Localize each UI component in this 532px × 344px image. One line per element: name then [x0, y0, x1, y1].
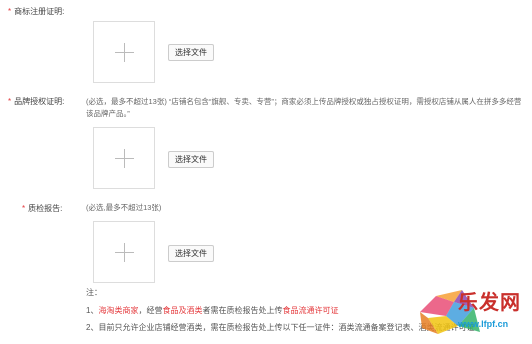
required-asterisk: * — [8, 97, 12, 106]
brand-authorization-hint: (必选，最多不超过13张) “店铺名包含“旗舰、专卖、专营”；商家必须上传品牌授… — [86, 97, 522, 118]
notes-title: 注： — [86, 288, 102, 297]
watermark-text: 乐发网 — [458, 290, 521, 314]
quality-report-choose-file-button[interactable]: 选择文件 — [168, 245, 214, 262]
required-asterisk: * — [22, 204, 26, 213]
quality-report-upload-box[interactable] — [93, 221, 155, 283]
trademark-upload-box[interactable] — [93, 21, 155, 83]
brand-authorization-label: * 品牌授权证明: — [8, 97, 65, 106]
note-line-1: 1、海淘类商家，经营食品及酒类者需在质检报告处上传食品流通许可证 — [86, 306, 339, 315]
brand-authorization-upload-box[interactable] — [93, 127, 155, 189]
trademark-certificate-label: * 商标注册证明: — [8, 7, 65, 16]
watermark-url: www.lfpf.cn — [458, 319, 509, 329]
quality-report-hint: (必选,最多不超过13张) — [86, 203, 162, 212]
note-line-2: 2、目前只允许企业店铺经营酒类，需在质检报告处上传以下任一证件：酒类流通备案登记… — [86, 323, 475, 332]
brand-authorization-choose-file-button[interactable]: 选择文件 — [168, 151, 214, 168]
quality-report-label: * 质检报告: — [22, 204, 63, 213]
trademark-choose-file-button[interactable]: 选择文件 — [168, 44, 214, 61]
required-asterisk: * — [8, 7, 12, 16]
